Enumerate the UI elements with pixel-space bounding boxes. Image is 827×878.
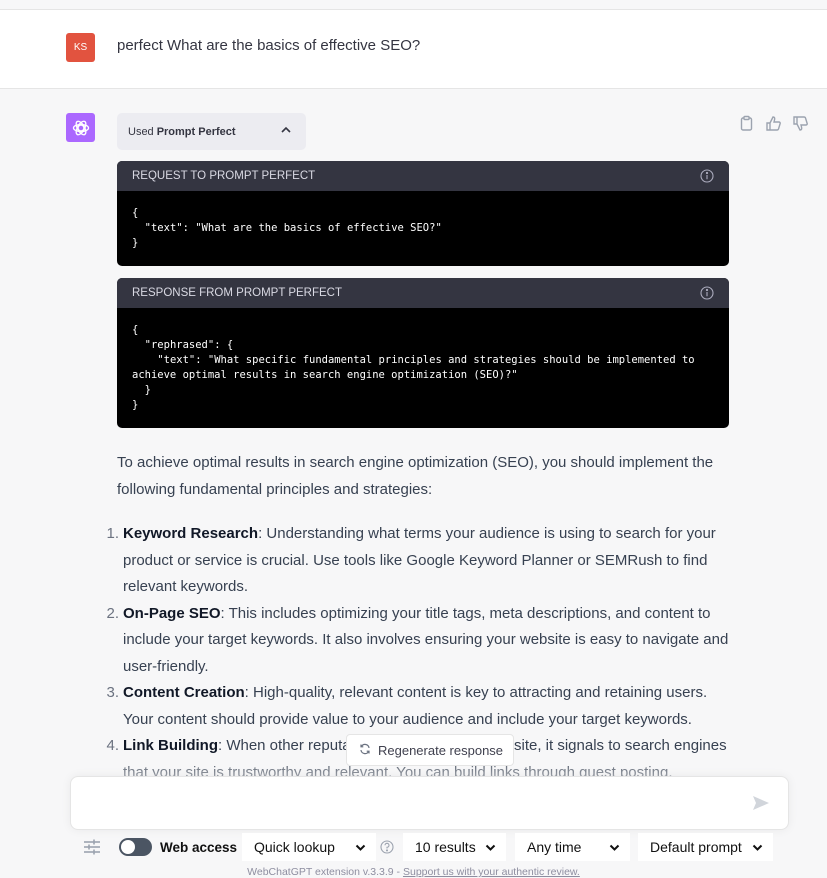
sliders-icon[interactable] [82, 833, 102, 861]
web-access-toggle[interactable] [119, 838, 152, 856]
user-message-text: perfect What are the basics of effective… [117, 37, 421, 54]
prompt-select[interactable]: Default prompt [638, 833, 773, 861]
chevron-down-icon [485, 839, 496, 855]
time-select[interactable]: Any time [515, 833, 630, 861]
thumbs-down-icon[interactable] [792, 115, 809, 132]
answer-intro: To achieve optimal results in search eng… [117, 454, 714, 498]
list-item: 3. Content Creation: High-quality, relev… [106, 684, 708, 728]
web-access-label: Web access [160, 839, 238, 855]
webchatgpt-toolbar: Web access Quick lookup 10 results Any t… [0, 833, 827, 861]
plugin-name: Prompt Perfect [156, 125, 236, 138]
list-item-title: On-Page SEO [123, 604, 221, 622]
openai-logo-icon [72, 120, 89, 135]
chevron-down-icon [752, 839, 763, 855]
response-box-header: RESPONSE FROM PROMPT PERFECT [117, 278, 729, 308]
question-circle-icon[interactable] [380, 833, 394, 861]
info-icon[interactable] [700, 286, 714, 300]
list-item-title: Content Creation [123, 684, 245, 701]
list-item: 2. On-Page SEO: This includes optimizing… [106, 604, 729, 675]
support-review-link[interactable]: Support us with your authentic review. [403, 866, 580, 878]
response-box: RESPONSE FROM PROMPT PERFECT { "rephrase… [117, 278, 729, 428]
chevron-up-icon [280, 124, 292, 139]
request-box: REQUEST TO PROMPT PERFECT { "text": "Wha… [117, 161, 729, 266]
message-input[interactable] [85, 792, 735, 816]
info-icon[interactable] [700, 169, 714, 183]
list-item-title: Keyword Research [123, 525, 259, 542]
chevron-down-icon [355, 839, 366, 855]
request-code: { "text": "What are the basics of effect… [132, 207, 442, 249]
response-code: { "rephrased": { "text": "What specific … [132, 324, 695, 411]
chevron-down-icon [609, 839, 620, 855]
extension-footer: WebChatGPT extension v.3.3.9 - Support u… [247, 866, 580, 878]
request-box-header: REQUEST TO PROMPT PERFECT [117, 161, 729, 191]
composer [70, 776, 789, 830]
message-actions [738, 115, 809, 132]
results-select[interactable]: 10 results [403, 833, 506, 861]
thumbs-up-icon[interactable] [765, 115, 782, 132]
plugin-used-toggle[interactable]: Used Prompt Perfect [117, 113, 306, 150]
top-strip [0, 0, 827, 10]
assistant-avatar [66, 113, 95, 142]
regenerate-response-button[interactable]: Regenerate response [346, 734, 514, 766]
list-item: 1. Keyword Research: Understanding what … [106, 525, 716, 595]
send-icon[interactable] [752, 795, 770, 816]
copy-icon[interactable] [738, 115, 755, 132]
user-avatar: KS [66, 33, 95, 62]
user-message: KS perfect What are the basics of effect… [0, 10, 827, 89]
list-item-title: Link Building [123, 737, 218, 754]
mode-select[interactable]: Quick lookup [242, 833, 376, 861]
refresh-icon [359, 743, 371, 758]
